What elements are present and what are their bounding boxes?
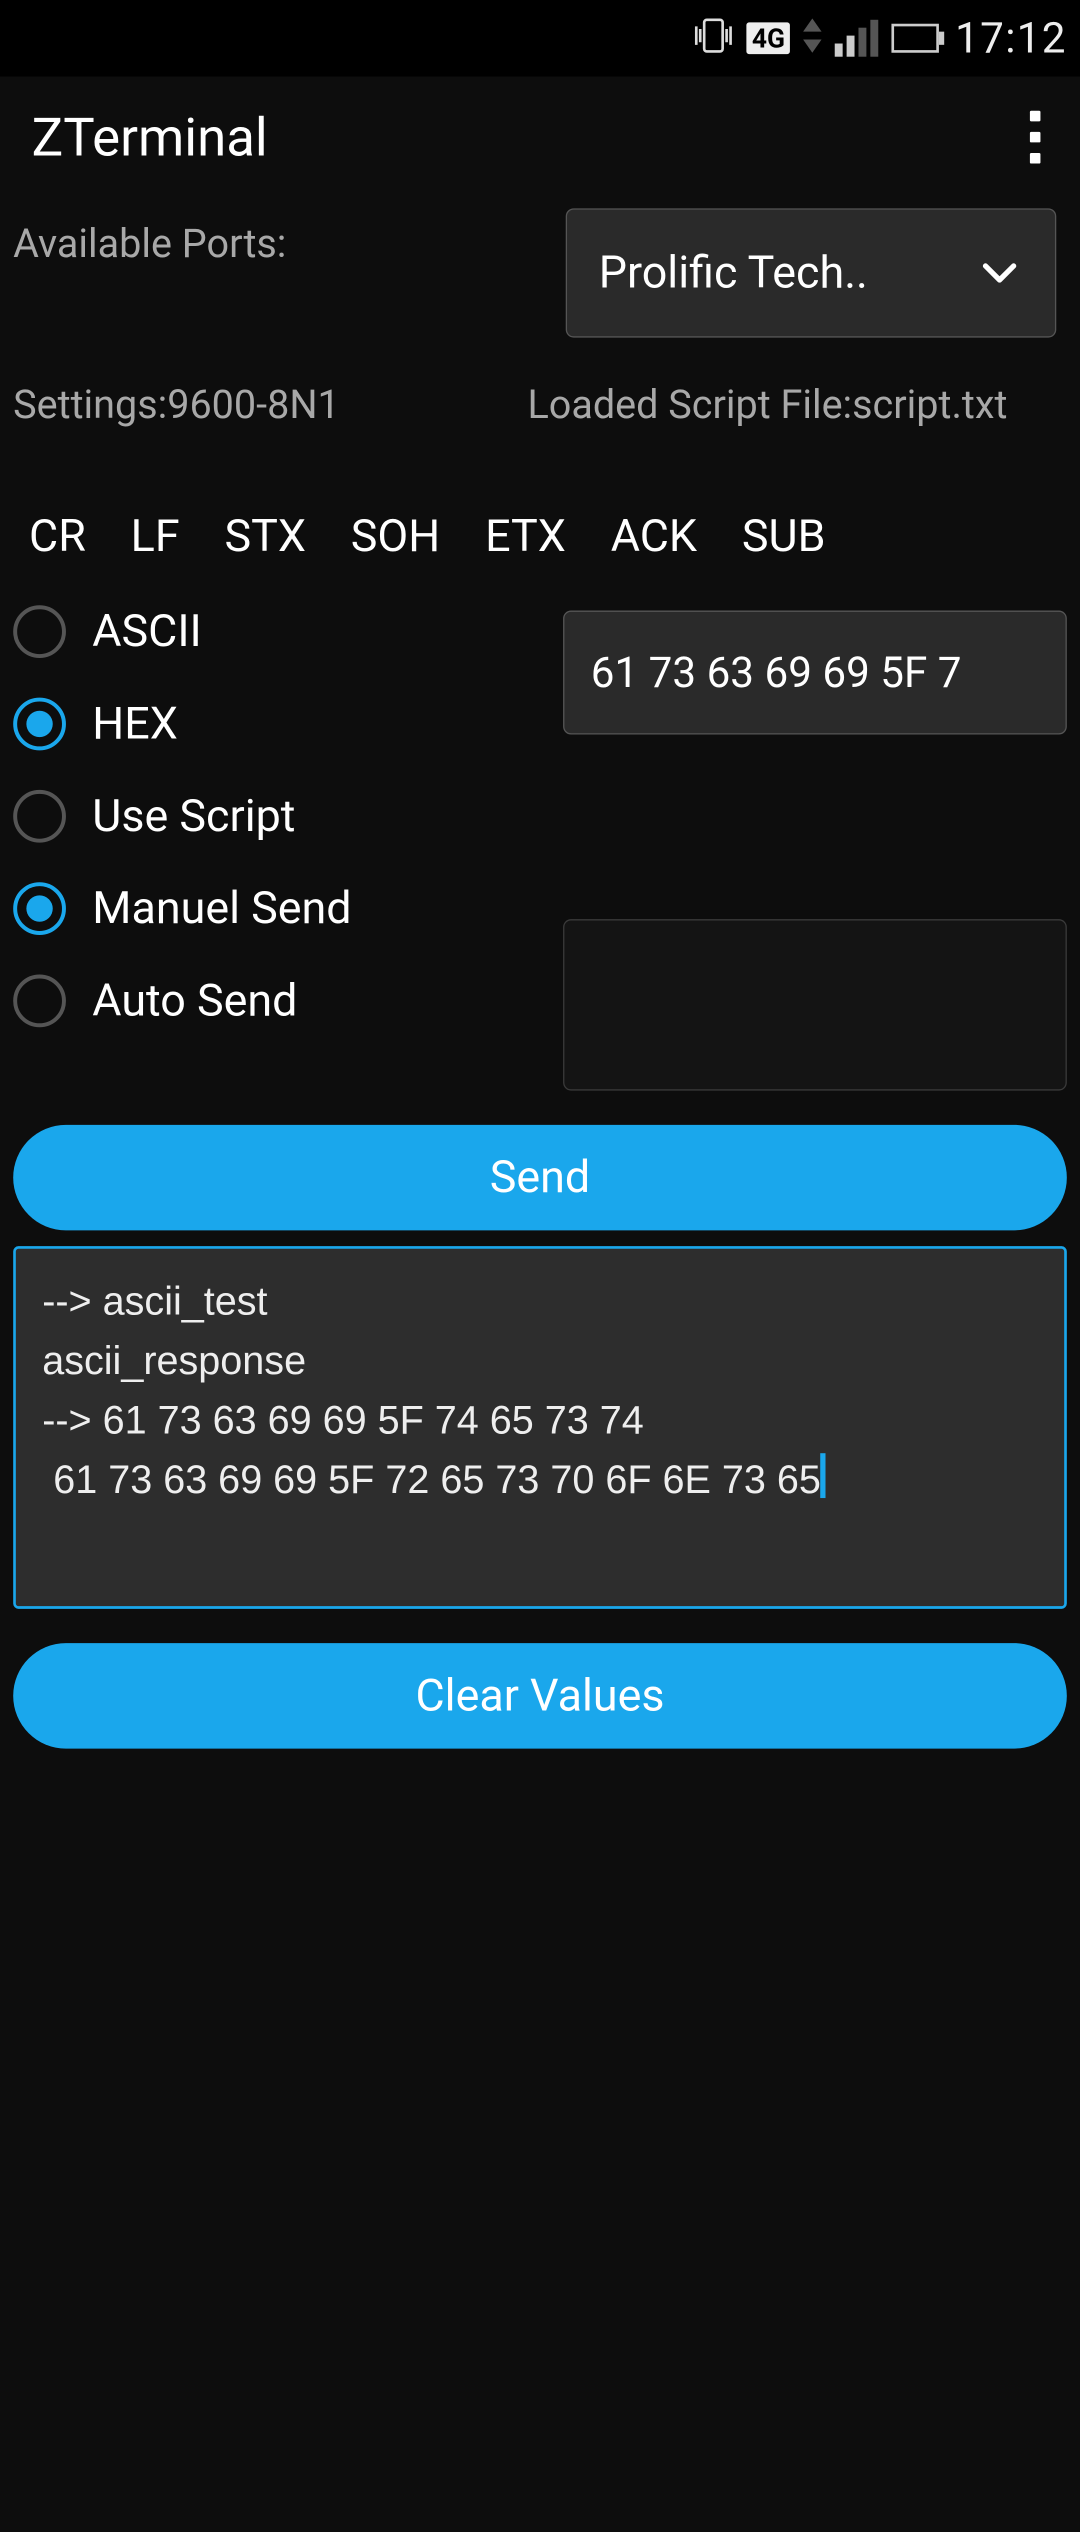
radio-label: Manuel Send: [92, 882, 351, 935]
send-button[interactable]: Send: [13, 1124, 1067, 1229]
ctrl-char-sub[interactable]: SUB: [742, 510, 826, 563]
radio-hex[interactable]: HEX: [13, 697, 563, 750]
more-options-icon[interactable]: [1017, 105, 1054, 168]
app-title: ZTerminal: [32, 106, 268, 168]
ctrl-char-ack[interactable]: ACK: [611, 510, 697, 563]
settings-text: Settings:9600-8N1: [13, 380, 501, 433]
battery-icon: [892, 24, 939, 53]
radio-icon: [13, 605, 66, 658]
data-arrows-icon: [804, 18, 822, 58]
terminal-line: 61 73 63 69 69 5F 72 65 73 70 6F 6E 73 6…: [42, 1450, 1038, 1509]
loaded-script-text: Loaded Script File:script.txt: [527, 380, 1007, 433]
text-cursor: [821, 1453, 826, 1498]
interval-input[interactable]: [563, 918, 1067, 1089]
radio-icon: [13, 974, 66, 1027]
ctrl-char-cr[interactable]: CR: [29, 510, 86, 563]
terminal-output[interactable]: --> ascii_test ascii_response --> 61 73 …: [13, 1246, 1067, 1609]
radio-label: Use Script: [92, 789, 295, 842]
ctrl-char-stx[interactable]: STX: [224, 510, 305, 563]
network-4g-icon: 4G: [747, 22, 791, 54]
control-chars-row: CR LF STX SOH ETX ACK SUB: [0, 433, 1080, 562]
chevron-down-icon: [976, 249, 1023, 296]
port-select[interactable]: Prolific Tech..: [566, 208, 1057, 337]
radio-use-script[interactable]: Use Script: [13, 789, 563, 842]
clear-values-button[interactable]: Clear Values: [13, 1642, 1067, 1747]
terminal-line: --> ascii_test: [42, 1272, 1038, 1331]
port-selected-value: Prolific Tech..: [599, 247, 868, 300]
radio-label: HEX: [92, 697, 178, 750]
vibrate-icon: [694, 17, 734, 59]
ctrl-char-etx[interactable]: ETX: [485, 510, 566, 563]
terminal-line: --> 61 73 63 69 69 5F 74 65 73 74: [42, 1391, 1038, 1450]
data-input[interactable]: 61 73 63 69 69 5F 7: [563, 610, 1067, 734]
radio-label: Auto Send: [92, 974, 297, 1027]
app-header: ZTerminal: [0, 76, 1080, 195]
radio-auto-send[interactable]: Auto Send: [13, 974, 563, 1027]
radio-ascii[interactable]: ASCII: [13, 605, 563, 658]
status-icons: 4G: [694, 17, 939, 59]
radio-icon: [13, 882, 66, 935]
ctrl-char-lf[interactable]: LF: [131, 510, 180, 563]
terminal-line: ascii_response: [42, 1331, 1038, 1390]
ctrl-char-soh[interactable]: SOH: [351, 510, 440, 563]
available-ports-label: Available Ports:: [13, 208, 539, 267]
status-time: 17:12: [955, 13, 1067, 63]
radio-icon: [13, 789, 66, 842]
radio-icon: [13, 697, 66, 750]
radio-label: ASCII: [92, 605, 201, 658]
radio-manual-send[interactable]: Manuel Send: [13, 882, 563, 935]
signal-icon: [835, 20, 879, 57]
status-bar: 4G 17:12: [0, 0, 1080, 76]
